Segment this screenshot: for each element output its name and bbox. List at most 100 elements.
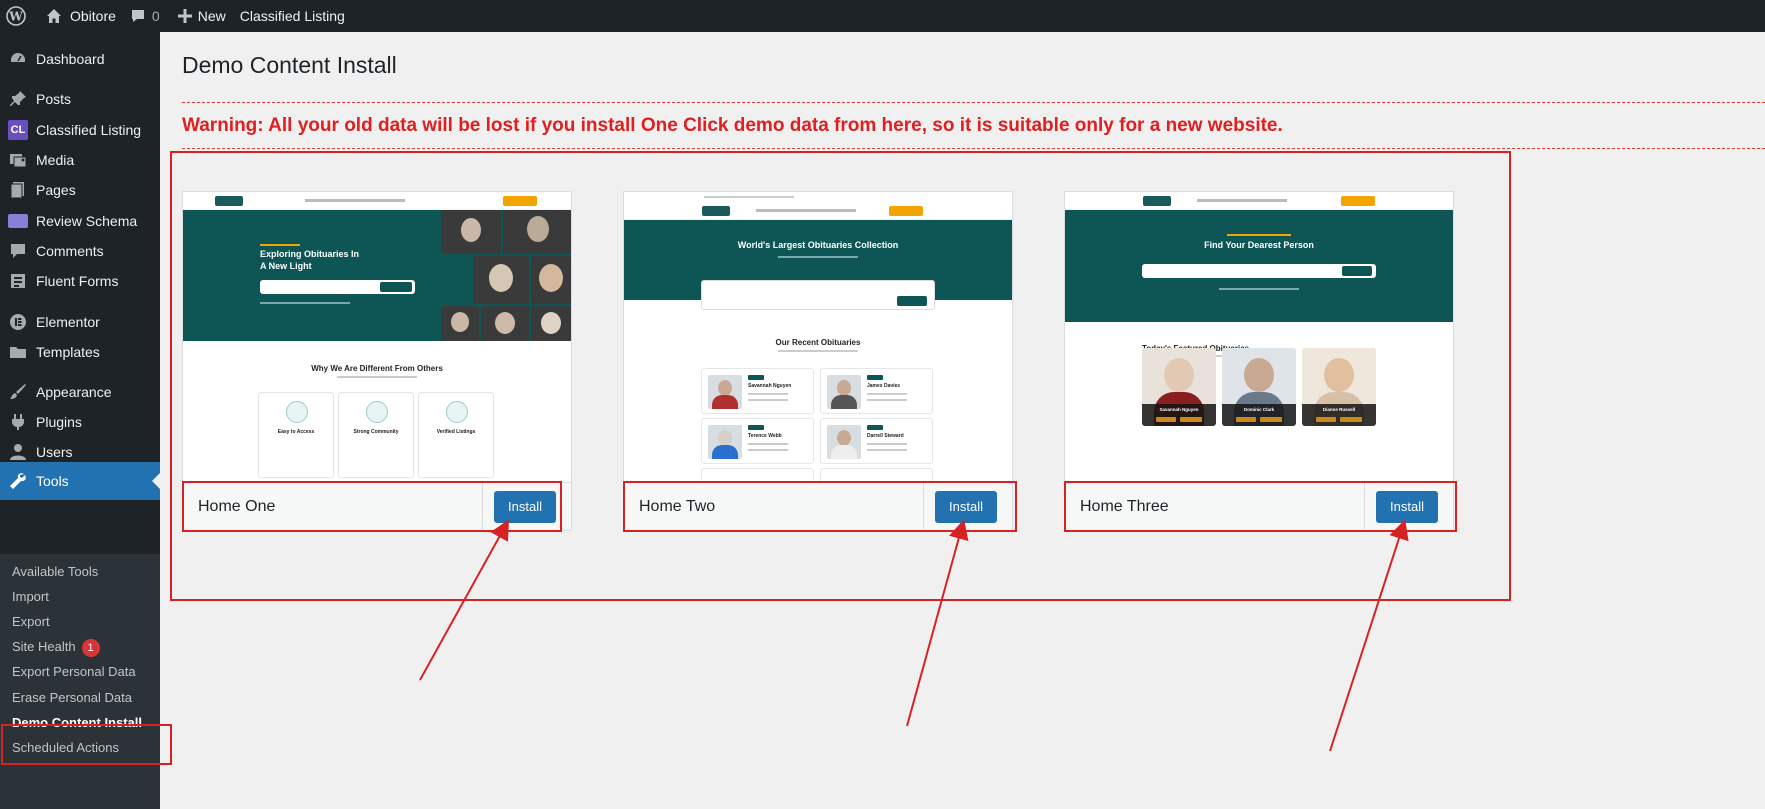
tools-submenu: Available Tools Import Export Site Healt… <box>0 554 160 809</box>
submenu-export[interactable]: Export <box>12 612 50 632</box>
menu-templates[interactable]: Templates <box>0 335 160 369</box>
highlight-home-three-footer <box>1064 481 1457 532</box>
submenu-label: Erase Personal Data <box>12 690 132 705</box>
divider-top <box>182 102 1765 103</box>
admin-bar: W Obitore 0 New Classified Listing <box>0 0 1765 32</box>
media-icon <box>8 150 28 170</box>
menu-dashboard[interactable]: Dashboard <box>0 42 160 76</box>
notification-badge: 1 <box>81 638 100 657</box>
current-arrow <box>152 473 160 489</box>
submenu-import[interactable]: Import <box>12 587 49 607</box>
classified-listing-link[interactable]: Classified Listing <box>234 0 353 32</box>
menu-label: Tools <box>36 473 69 489</box>
menu-label: Elementor <box>36 314 100 330</box>
new-label: New <box>197 8 226 24</box>
menu-review-schema[interactable]: Review Schema <box>0 204 160 238</box>
pages-icon <box>8 180 28 200</box>
home-icon <box>46 8 62 24</box>
menu-label: Appearance <box>36 384 112 400</box>
submenu-erase-personal-data[interactable]: Erase Personal Data <box>12 688 132 708</box>
obituary-name: Darrell Steward <box>867 433 904 439</box>
demo-card-home-two: World's Largest Obituaries Collection Ou… <box>623 191 1013 531</box>
menu-label: Media <box>36 152 75 168</box>
menu-label: Plugins <box>36 414 82 430</box>
submenu-label: Export Personal Data <box>12 664 136 679</box>
menu-label: Classified Listing <box>36 122 142 138</box>
review-schema-icon <box>8 211 28 231</box>
new-content-link[interactable]: New <box>168 0 234 32</box>
divider-bottom <box>182 148 1765 149</box>
menu-plugins[interactable]: Plugins <box>0 405 160 439</box>
feature-title: Verified Listings <box>436 429 476 435</box>
site-name-link[interactable]: Obitore <box>34 0 124 32</box>
dashboard-icon <box>8 49 28 69</box>
plugin-icon <box>8 412 28 432</box>
site-name: Obitore <box>70 8 116 24</box>
menu-fluent-forms[interactable]: Fluent Forms <box>0 264 160 298</box>
submenu-label: Export <box>12 614 50 629</box>
user-icon <box>8 442 28 462</box>
menu-label: Templates <box>36 344 100 360</box>
demo-card-home-three: Find Your Dearest Person Today's Feature… <box>1064 191 1454 531</box>
cl-icon: CL <box>8 120 28 140</box>
menu-pages[interactable]: Pages <box>0 173 160 207</box>
menu-classified-listing[interactable]: CL Classified Listing <box>0 113 160 147</box>
feature-title: Strong Community <box>353 429 399 435</box>
submenu-label: Import <box>12 589 49 604</box>
submenu-available-tools[interactable]: Available Tools <box>12 562 98 582</box>
folder-icon <box>8 342 28 362</box>
home-two-hero-title: World's Largest Obituaries Collection <box>737 240 899 250</box>
page-title: Demo Content Install <box>182 52 397 78</box>
demo-preview-home-two[interactable]: World's Largest Obituaries Collection Ou… <box>624 192 1012 482</box>
menu-posts[interactable]: Posts <box>0 82 160 116</box>
comments-icon <box>8 241 28 261</box>
menu-label: Users <box>36 444 73 460</box>
pin-icon <box>8 89 28 109</box>
obituary-name: Savannah Nguyen <box>748 383 792 389</box>
elementor-icon <box>8 312 28 332</box>
submenu-label: Available Tools <box>12 564 99 579</box>
highlight-demo-menu <box>1 724 172 765</box>
menu-tools[interactable]: Tools <box>0 462 160 500</box>
warning-message: Warning: All your old data will be lost … <box>182 115 1283 136</box>
brush-icon <box>8 382 28 402</box>
wrench-icon <box>8 471 28 491</box>
home-two-section-title: Our Recent Obituaries <box>775 338 861 347</box>
svg-text:W: W <box>8 10 23 24</box>
highlight-home-one-footer <box>182 481 562 532</box>
cl-badge: CL <box>8 120 28 140</box>
wordpress-logo-icon[interactable]: W <box>0 0 34 32</box>
featured-name: Dianne Russell <box>1322 407 1356 412</box>
highlight-home-two-footer <box>623 481 1017 532</box>
menu-comments[interactable]: Comments <box>0 234 160 268</box>
home-three-hero-title: Find Your Dearest Person <box>1204 240 1314 250</box>
menu-label: Comments <box>36 243 104 259</box>
home-one-hero-line-2: A New Light <box>260 261 312 271</box>
submenu-label: Site Health <box>12 639 76 654</box>
comment-icon <box>130 8 146 24</box>
home-one-hero-line-1: Exploring Obituaries In <box>260 249 360 259</box>
menu-elementor[interactable]: Elementor <box>0 305 160 339</box>
forms-icon <box>8 271 28 291</box>
obituary-name: James Davies <box>867 383 901 389</box>
menu-media[interactable]: Media <box>0 143 160 177</box>
menu-label: Review Schema <box>36 213 138 229</box>
featured-name: Dominic Clark <box>1243 407 1275 412</box>
menu-label: Dashboard <box>36 51 105 67</box>
comments-count: 0 <box>151 8 160 24</box>
submenu-site-health[interactable]: Site Health 1 <box>12 637 100 657</box>
classified-label: Classified Listing <box>239 8 345 24</box>
feature-title: Easy to Access <box>277 429 315 435</box>
comments-link[interactable]: 0 <box>124 0 168 32</box>
demo-preview-home-one[interactable]: Exploring Obituaries In A New Light Why … <box>183 192 571 482</box>
featured-name: Savannah Nguyen <box>1159 407 1199 412</box>
demo-preview-home-three[interactable]: Find Your Dearest Person Today's Feature… <box>1065 192 1453 482</box>
home-one-section-title: Why We Are Different From Others <box>311 364 443 373</box>
submenu-export-personal-data[interactable]: Export Personal Data <box>12 662 136 682</box>
menu-label: Pages <box>36 182 76 198</box>
demo-card-home-one: Exploring Obituaries In A New Light Why … <box>182 191 572 531</box>
menu-label: Fluent Forms <box>36 273 119 289</box>
plus-icon <box>177 9 192 23</box>
menu-appearance[interactable]: Appearance <box>0 375 160 409</box>
obituary-name: Terence Webb <box>748 433 782 439</box>
